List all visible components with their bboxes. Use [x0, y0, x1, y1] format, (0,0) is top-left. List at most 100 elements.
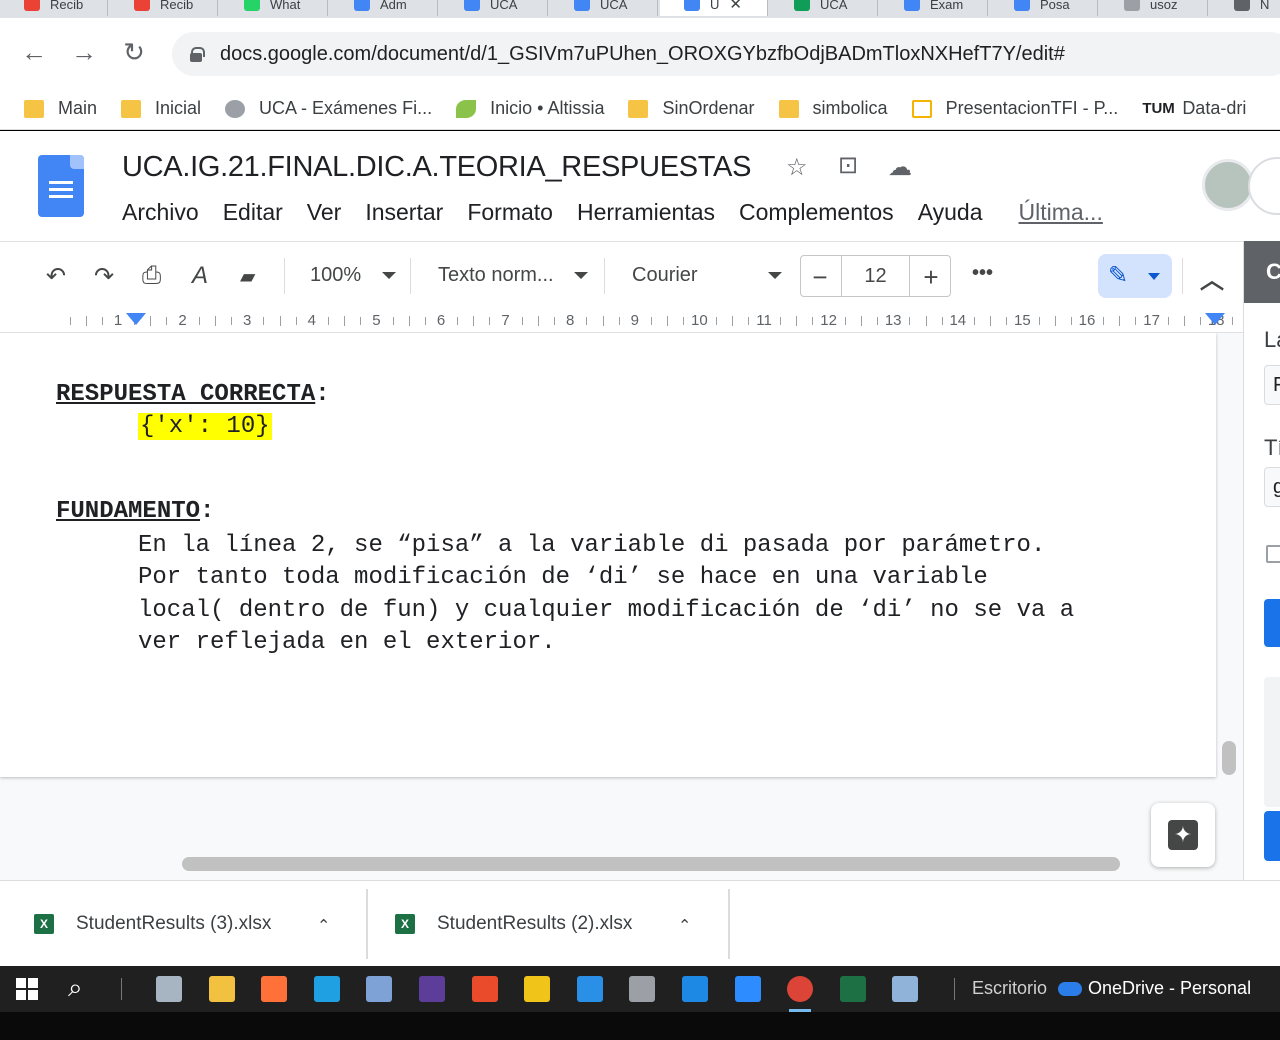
tab-label: Recib	[160, 0, 194, 12]
browser-tab[interactable]: Adm	[330, 0, 438, 16]
forward-button[interactable]: →	[70, 37, 98, 67]
decrease-font-size-button[interactable]: −	[801, 262, 839, 293]
close-tab-icon[interactable]: ✕	[729, 0, 742, 13]
browser-tab[interactable]: UCA	[440, 0, 548, 16]
left-indent-marker[interactable]	[126, 313, 146, 325]
menu-ver[interactable]: Ver	[295, 199, 354, 226]
browser-tab[interactable]: N	[1210, 0, 1280, 16]
undo-icon[interactable]: ↶	[46, 262, 66, 291]
vertical-scrollbar[interactable]	[1222, 741, 1236, 775]
mail-app-icon[interactable]	[156, 976, 182, 1002]
file-explorer-icon[interactable]	[208, 976, 235, 1002]
paint-format-icon[interactable]: ▰	[240, 264, 255, 289]
browser-tab[interactable]: Exam	[880, 0, 988, 16]
document-page[interactable]: RESPUESTA CORRECTA: {'x': 10} FUNDAMENTO…	[0, 333, 1216, 777]
cloud-status-icon[interactable]: ☁	[888, 153, 912, 182]
bookmark-item[interactable]: Main	[24, 98, 97, 119]
bookmark-item[interactable]: TUM Data-dri	[1142, 98, 1246, 119]
horizontal-ruler[interactable]: 1 2 3 4 5 6 7 8 9 10 11 12 13 14 15 16 17 18	[0, 309, 1243, 333]
redo-icon[interactable]: ↷	[94, 262, 114, 291]
firefox-icon[interactable]	[261, 976, 288, 1002]
menu-herramientas[interactable]: Herramientas	[565, 199, 727, 226]
browser-tab[interactable]: Recib	[0, 0, 108, 16]
zoom-select[interactable]: 100%	[310, 264, 361, 287]
ruler-tick	[650, 317, 652, 325]
onedrive-cloud-icon[interactable]	[1058, 982, 1082, 996]
browser-tab[interactable]: UCA	[550, 0, 658, 16]
side-panel-checkbox[interactable]	[1266, 545, 1280, 563]
paragraph-style-select[interactable]: Texto norm...	[438, 264, 554, 287]
chevron-up-icon[interactable]: ⌄	[678, 914, 691, 934]
right-indent-marker[interactable]	[1205, 313, 1225, 325]
browser-tab[interactable]: Recib	[110, 0, 218, 16]
bookmark-item[interactable]: simbolica	[778, 98, 888, 119]
back-button[interactable]: ←	[20, 37, 48, 67]
office-app-icon[interactable]	[471, 976, 498, 1002]
avatar[interactable]	[1202, 159, 1254, 211]
font-family-select[interactable]: Courier	[632, 264, 698, 287]
notepad-icon[interactable]	[892, 976, 919, 1002]
fiddler-icon[interactable]	[524, 976, 551, 1002]
onedrive-label[interactable]: OneDrive - Personal	[1088, 978, 1251, 999]
style-caret-icon[interactable]	[574, 272, 588, 279]
last-edit-link[interactable]: Última...	[1007, 199, 1115, 226]
menu-editar[interactable]: Editar	[211, 199, 295, 226]
share-people-icon[interactable]	[1248, 157, 1280, 215]
browser-tab[interactable]: U ✕	[660, 0, 768, 16]
side-panel-button[interactable]	[1264, 599, 1280, 647]
virtualbox-icon[interactable]	[366, 976, 393, 1002]
typora-icon[interactable]	[629, 976, 656, 1002]
answer-heading: RESPUESTA CORRECTA:	[56, 381, 330, 408]
chevron-up-icon[interactable]: ⌄	[317, 914, 330, 934]
zoom-caret-icon[interactable]	[382, 272, 396, 279]
browser-tab[interactable]: UCA	[770, 0, 878, 16]
edge-icon[interactable]	[313, 976, 340, 1002]
collapse-menu-icon[interactable]: ︿	[1200, 260, 1224, 295]
eclipse-icon[interactable]	[419, 976, 445, 1002]
document-title[interactable]: UCA.IG.21.FINAL.DIC.A.TEORIA_RESPUESTAS	[122, 151, 751, 184]
menu-insertar[interactable]: Insertar	[353, 199, 455, 226]
font-caret-icon[interactable]	[768, 272, 782, 279]
print-icon[interactable]: ⎙	[142, 262, 161, 290]
menu-ayuda[interactable]: Ayuda	[906, 199, 995, 226]
side-panel-field[interactable]: F	[1264, 365, 1280, 405]
browser-tab[interactable]: usoz	[1100, 0, 1208, 16]
download-item[interactable]: X StudentResults (2).xlsx ⌄	[395, 881, 692, 967]
bookmark-item[interactable]: Inicio • Altissia	[456, 98, 604, 119]
url-omnibox[interactable]: docs.google.com/document/d/1_GSIVm7uPUhe…	[172, 32, 1280, 76]
more-options-icon[interactable]: •••	[972, 262, 993, 285]
increase-font-size-button[interactable]: +	[912, 262, 950, 293]
google-docs-logo-icon[interactable]	[38, 155, 84, 217]
menu-formato[interactable]: Formato	[455, 199, 565, 226]
spellcheck-icon[interactable]: A	[192, 262, 208, 290]
side-panel-back-button[interactable]	[1264, 811, 1280, 861]
browser-tab[interactable]: Posa	[990, 0, 1098, 16]
horizontal-scrollbar[interactable]	[182, 857, 1120, 871]
browser-tab[interactable]: What	[220, 0, 328, 16]
download-item[interactable]: X StudentResults (3).xlsx ⌄	[34, 881, 331, 967]
ruler-number: 1	[113, 312, 123, 329]
search-icon[interactable]: ⌕	[68, 972, 83, 1004]
explore-button[interactable]: ✦	[1151, 803, 1215, 867]
side-panel-field[interactable]: g	[1264, 467, 1280, 507]
editing-mode-button[interactable]: ✎	[1098, 254, 1172, 298]
font-size-input[interactable]: 12	[841, 255, 910, 297]
bookmark-item[interactable]: Inicial	[121, 98, 201, 119]
move-folder-icon[interactable]: ⊡	[838, 151, 858, 180]
bookmark-item[interactable]: PresentacionTFI - P...	[911, 98, 1118, 119]
desktop-toolbar-label[interactable]: Escritorio	[972, 978, 1047, 999]
phone-link-icon[interactable]	[682, 976, 708, 1002]
windows-start-icon[interactable]	[16, 978, 38, 1000]
tab-favicon-icon	[684, 0, 700, 11]
vscode-icon[interactable]	[576, 976, 603, 1002]
chrome-icon[interactable]	[787, 976, 814, 1012]
zoom-icon[interactable]	[734, 976, 761, 1002]
download-filename: StudentResults (3).xlsx	[76, 913, 272, 934]
bookmark-item[interactable]: SinOrdenar	[628, 98, 755, 119]
menu-complementos[interactable]: Complementos	[727, 199, 906, 226]
menu-archivo[interactable]: Archivo	[110, 199, 211, 226]
excel-icon[interactable]	[839, 976, 866, 1002]
bookmark-item[interactable]: UCA - Exámenes Fi...	[225, 98, 432, 119]
star-icon[interactable]: ☆	[786, 153, 808, 182]
reload-button[interactable]: ↻	[120, 37, 148, 67]
